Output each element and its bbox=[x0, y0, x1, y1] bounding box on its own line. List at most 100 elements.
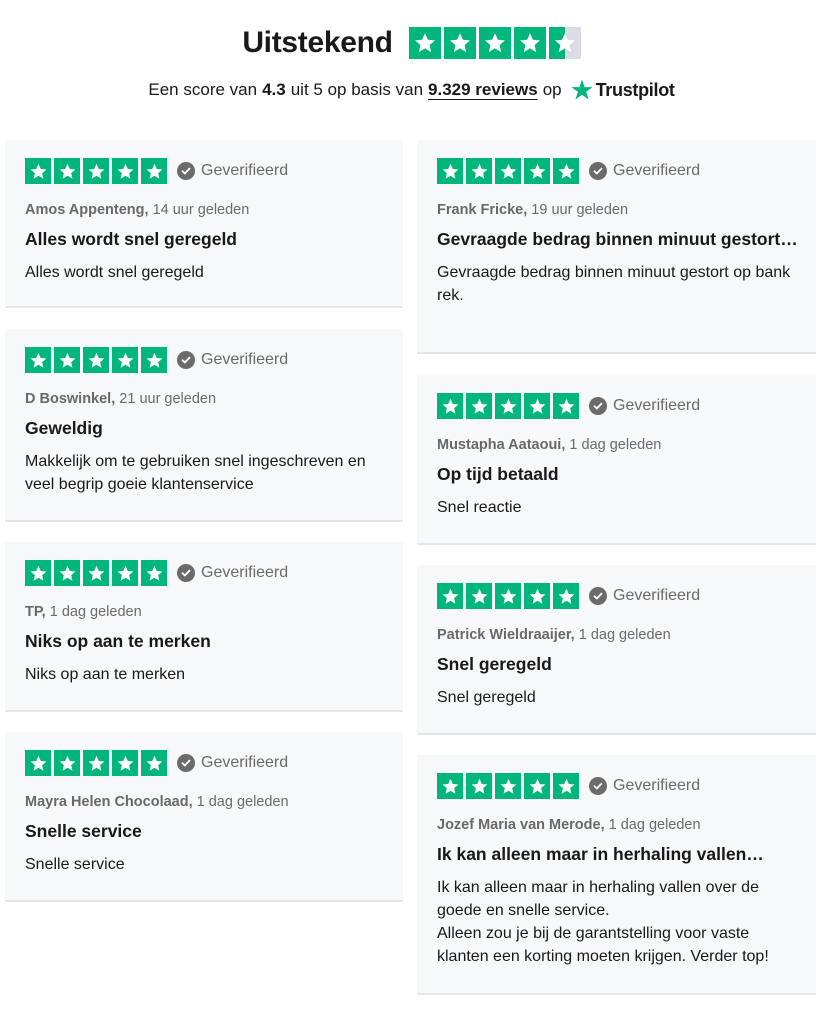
check-icon bbox=[589, 777, 607, 795]
review-stars bbox=[25, 750, 167, 776]
star-icon bbox=[524, 583, 550, 609]
review-time: 21 uur geleden bbox=[119, 391, 217, 407]
verified-label: Geverifieerd bbox=[201, 351, 289, 368]
star-icon bbox=[553, 393, 579, 419]
star-icon bbox=[553, 158, 579, 184]
review-author[interactable]: Patrick Wieldraaijer, bbox=[437, 627, 575, 643]
review-stars bbox=[437, 393, 579, 419]
star-icon bbox=[112, 347, 138, 373]
review-stars bbox=[25, 560, 167, 586]
check-icon bbox=[177, 754, 195, 772]
review-stars bbox=[25, 347, 167, 373]
trustpilot-star-icon bbox=[571, 79, 593, 100]
verified-badge: Geverifieerd bbox=[589, 777, 700, 795]
review-author[interactable]: Frank Fricke, bbox=[437, 202, 527, 218]
review-title[interactable]: Niks op aan te merken bbox=[25, 630, 385, 653]
review-time: 1 dag geleden bbox=[608, 817, 701, 833]
star-icon bbox=[83, 750, 109, 776]
star-icon bbox=[141, 158, 167, 184]
review-body: Ik kan alleen maar in herhaling vallen o… bbox=[437, 879, 769, 965]
review-card[interactable]: Geverifieerd Amos Appenteng, 14 uur geled… bbox=[5, 140, 403, 308]
check-icon bbox=[589, 587, 607, 605]
review-title[interactable]: Alles wordt snel geregeld bbox=[25, 228, 385, 251]
review-title[interactable]: Snel geregeld bbox=[437, 653, 798, 676]
star-icon bbox=[408, 27, 441, 59]
star-icon bbox=[112, 750, 138, 776]
verified-badge: Geverifieerd bbox=[589, 397, 700, 415]
check-icon bbox=[177, 162, 195, 180]
review-meta: Frank Fricke, 19 uur geleden bbox=[437, 200, 798, 220]
review-time: 1 dag geleden bbox=[569, 437, 662, 453]
star-icon bbox=[54, 158, 80, 184]
star-icon bbox=[437, 158, 463, 184]
review-rating-row: Geverifieerd bbox=[437, 583, 798, 609]
star-icon bbox=[495, 393, 521, 419]
star-icon bbox=[478, 27, 511, 59]
verified-label: Geverifieerd bbox=[613, 777, 701, 794]
review-meta: Jozef Maria van Merode, 1 dag geleden bbox=[437, 815, 798, 835]
review-card[interactable]: Geverifieerd Mayra Helen Chocolaad, 1 dag… bbox=[5, 732, 403, 902]
star-icon bbox=[466, 773, 492, 799]
trustpilot-wordmark: Trustpilot bbox=[595, 79, 675, 100]
verified-label: Geverifieerd bbox=[613, 397, 701, 414]
star-icon bbox=[524, 158, 550, 184]
review-card[interactable]: Geverifieerd Patrick Wieldraaijer, 1 dag … bbox=[417, 565, 816, 735]
review-author[interactable]: Amos Appenteng, bbox=[25, 202, 149, 218]
score-mid: uit 5 op basis van bbox=[290, 80, 424, 99]
review-time: 14 uur geleden bbox=[152, 202, 250, 218]
review-stars bbox=[437, 583, 579, 609]
star-icon bbox=[466, 158, 492, 184]
review-meta: Patrick Wieldraaijer, 1 dag geleden bbox=[437, 625, 798, 645]
overall-star-rating bbox=[408, 27, 581, 59]
star-icon bbox=[141, 750, 167, 776]
star-icon bbox=[141, 560, 167, 586]
review-title[interactable]: Geweldig bbox=[25, 417, 385, 440]
review-author[interactable]: D Boswinkel, bbox=[25, 391, 115, 407]
verified-label: Geverifieerd bbox=[613, 587, 701, 604]
review-card[interactable]: Geverifieerd Frank Fricke, 19 uur geleden… bbox=[417, 140, 816, 354]
star-icon bbox=[466, 393, 492, 419]
review-body: Snel geregeld bbox=[437, 689, 536, 706]
review-rating-row: Geverifieerd bbox=[437, 158, 798, 184]
half-star-icon bbox=[548, 27, 581, 59]
star-icon bbox=[513, 27, 546, 59]
review-author[interactable]: Mayra Helen Chocolaad, bbox=[25, 794, 193, 810]
verified-label: Geverifieerd bbox=[201, 162, 289, 179]
review-rating-row: Geverifieerd bbox=[25, 560, 385, 586]
review-card[interactable]: Geverifieerd D Boswinkel, 21 uur geleden G… bbox=[5, 329, 403, 522]
review-stars bbox=[437, 158, 579, 184]
review-rating-row: Geverifieerd bbox=[25, 158, 385, 184]
review-meta: TP, 1 dag geleden bbox=[25, 602, 385, 622]
review-title[interactable]: Ik kan alleen maar in herhaling vallen… bbox=[437, 843, 798, 866]
verified-badge: Geverifieerd bbox=[177, 351, 288, 369]
star-icon bbox=[25, 750, 51, 776]
review-title[interactable]: Snelle service bbox=[25, 820, 385, 843]
review-author[interactable]: Jozef Maria van Merode, bbox=[437, 817, 605, 833]
review-body: Snel reactie bbox=[437, 499, 522, 516]
verified-label: Geverifieerd bbox=[201, 754, 289, 771]
review-meta: Mustapha Aataoui, 1 dag geleden bbox=[437, 435, 798, 455]
check-icon bbox=[177, 564, 195, 582]
reviews-count-link[interactable]: 9.329 reviews bbox=[428, 80, 538, 100]
verified-badge: Geverifieerd bbox=[177, 564, 288, 582]
star-icon bbox=[495, 583, 521, 609]
star-icon bbox=[437, 773, 463, 799]
review-card[interactable]: Geverifieerd TP, 1 dag geleden Niks op aan… bbox=[5, 542, 403, 712]
review-author[interactable]: TP, bbox=[25, 604, 46, 620]
star-icon bbox=[443, 27, 476, 59]
review-meta: D Boswinkel, 21 uur geleden bbox=[25, 389, 385, 409]
review-rating-row: Geverifieerd bbox=[437, 393, 798, 419]
trustpilot-logo[interactable]: Trustpilot bbox=[570, 78, 675, 102]
verified-badge: Geverifieerd bbox=[589, 162, 700, 180]
review-title[interactable]: Gevraagde bedrag binnen minuut gestort… bbox=[437, 228, 798, 251]
review-card[interactable]: Geverifieerd Mustapha Aataoui, 1 dag gele… bbox=[417, 375, 816, 545]
verified-badge: Geverifieerd bbox=[589, 587, 700, 605]
review-title[interactable]: Op tijd betaald bbox=[437, 463, 798, 486]
check-icon bbox=[589, 397, 607, 415]
score-value: 4.3 bbox=[262, 80, 286, 99]
review-body: Gevraagde bedrag binnen minuut gestort o… bbox=[437, 264, 791, 304]
review-time: 1 dag geleden bbox=[578, 627, 671, 643]
review-card[interactable]: Geverifieerd Jozef Maria van Merode, 1 da… bbox=[417, 755, 816, 995]
review-author[interactable]: Mustapha Aataoui, bbox=[437, 437, 565, 453]
verified-badge: Geverifieerd bbox=[177, 754, 288, 772]
